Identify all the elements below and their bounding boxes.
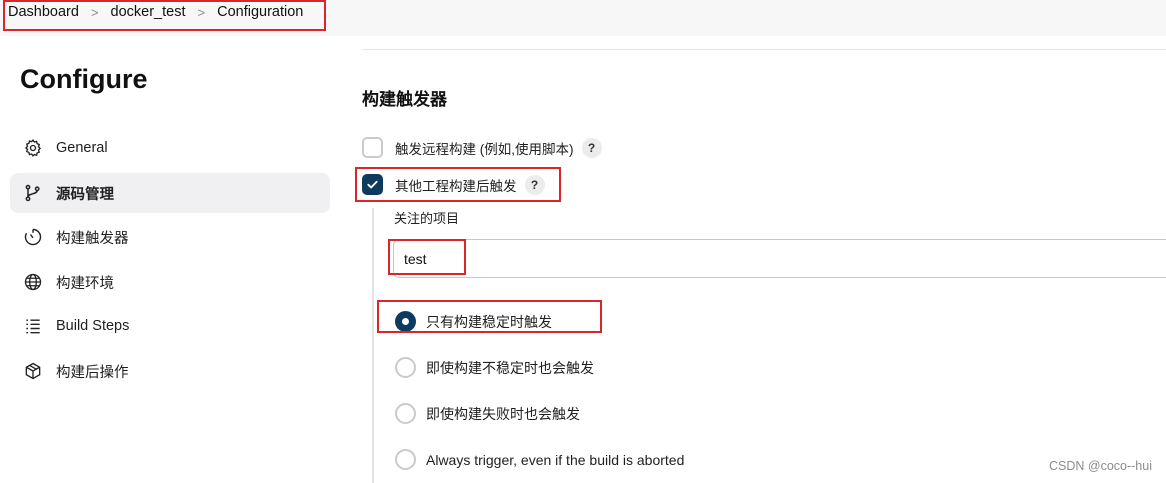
- sidebar-item-label: 构建触发器: [56, 230, 129, 247]
- sidebar-item-label: 构建环境: [56, 275, 114, 292]
- radio-option-failed[interactable]: 即使构建失败时也会触发: [395, 403, 580, 424]
- globe-icon: [22, 271, 44, 293]
- breadcrumb-configuration[interactable]: Configuration: [217, 4, 303, 20]
- watermark: CSDN @coco--hui: [1049, 459, 1152, 473]
- radio-label: 即使构建不稳定时也会触发: [426, 359, 594, 376]
- branch-icon: [22, 182, 44, 204]
- radio-dot-icon: [402, 318, 409, 325]
- package-icon: [22, 360, 44, 382]
- radio-label: Always trigger, even if the build is abo…: [426, 451, 685, 468]
- radio-option-stable[interactable]: 只有构建稳定时触发: [395, 311, 552, 332]
- sidebar-item-label: 构建后操作: [56, 364, 129, 381]
- trigger-remote-build: 触发远程构建 (例如,使用脚本) ?: [362, 137, 602, 158]
- checkbox-label[interactable]: 其他工程构建后触发: [395, 175, 517, 195]
- timer-icon: [22, 226, 44, 248]
- sidebar-item-build-triggers[interactable]: 构建触发器: [10, 217, 330, 257]
- sidebar-item-label: 源码管理: [56, 186, 114, 203]
- radio-button[interactable]: [395, 357, 416, 378]
- nested-section-line: [372, 208, 374, 483]
- sidebar-item-label: Build Steps: [56, 318, 130, 334]
- breadcrumb-dashboard[interactable]: Dashboard: [8, 4, 79, 20]
- radio-button[interactable]: [395, 449, 416, 470]
- breadcrumb-separator-icon: >: [197, 4, 206, 20]
- after-other-projects-checkbox[interactable]: [362, 174, 383, 195]
- list-icon: [22, 315, 44, 337]
- radio-button[interactable]: [395, 403, 416, 424]
- gear-icon: [22, 137, 44, 159]
- sidebar-item-post-build[interactable]: 构建后操作: [10, 351, 330, 391]
- radio-option-unstable[interactable]: 即使构建不稳定时也会触发: [395, 357, 594, 378]
- divider: [362, 49, 1166, 50]
- sidebar-item-label: General: [56, 140, 108, 156]
- page-title: Configure: [20, 64, 148, 94]
- breadcrumb: Dashboard > docker_test > Configuration: [8, 4, 303, 20]
- breadcrumb-bar: Dashboard > docker_test > Configuration: [0, 0, 1166, 36]
- radio-label: 只有构建稳定时触发: [426, 313, 552, 330]
- remote-build-checkbox[interactable]: [362, 137, 383, 158]
- help-icon[interactable]: ?: [524, 174, 545, 195]
- breadcrumb-separator-icon: >: [90, 4, 99, 20]
- breadcrumb-job[interactable]: docker_test: [111, 4, 186, 20]
- radio-label: 即使构建失败时也会触发: [426, 405, 580, 422]
- watched-projects-label: 关注的项目: [394, 211, 460, 226]
- radio-option-aborted[interactable]: Always trigger, even if the build is abo…: [395, 449, 684, 470]
- checkmark-icon: [367, 180, 378, 189]
- trigger-after-other-projects: 其他工程构建后触发 ?: [362, 174, 545, 195]
- sidebar-item-build-environment[interactable]: 构建环境: [10, 262, 330, 302]
- help-icon[interactable]: ?: [581, 137, 602, 158]
- sidebar-item-general[interactable]: General: [10, 128, 330, 168]
- checkbox-label[interactable]: 触发远程构建 (例如,使用脚本): [395, 138, 574, 158]
- sidebar-item-source-control[interactable]: 源码管理: [10, 173, 330, 213]
- radio-button[interactable]: [395, 311, 416, 332]
- sidebar-item-build-steps[interactable]: Build Steps: [10, 306, 330, 346]
- section-title: 构建触发器: [362, 90, 447, 109]
- watched-projects-input[interactable]: [393, 239, 1166, 278]
